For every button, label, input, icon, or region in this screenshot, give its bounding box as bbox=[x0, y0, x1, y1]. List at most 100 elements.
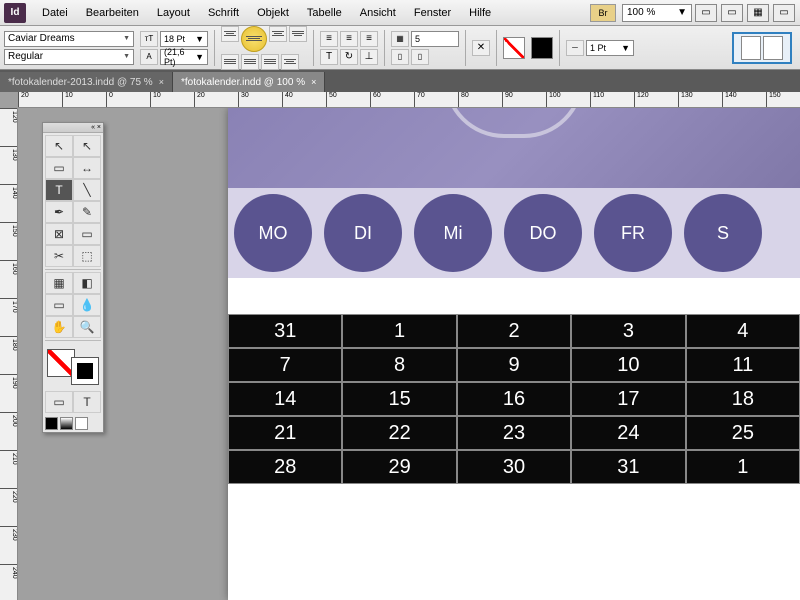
calendar-cell[interactable]: 22 bbox=[342, 416, 456, 450]
vertical-ruler[interactable]: 1201301401501601701801902002102202302402… bbox=[0, 108, 18, 600]
scissors-tool[interactable]: ✂ bbox=[45, 245, 73, 267]
menu-hilfe[interactable]: Hilfe bbox=[461, 3, 499, 23]
clear-overrides-icon[interactable]: ✕ bbox=[472, 40, 490, 56]
calendar-cell[interactable]: 30 bbox=[457, 450, 571, 484]
align-right-button[interactable] bbox=[269, 26, 287, 42]
weekday-circle[interactable]: S bbox=[684, 194, 762, 272]
justify-last-right-button[interactable] bbox=[241, 54, 259, 70]
leading-field[interactable]: (21,6 Pt)▼ bbox=[160, 49, 208, 65]
formatting-container-icon[interactable]: ▭ bbox=[45, 391, 73, 413]
columns-field[interactable]: 5 bbox=[411, 31, 459, 47]
apply-gradient-icon[interactable] bbox=[60, 417, 73, 430]
menu-bearbeiten[interactable]: Bearbeiten bbox=[78, 3, 147, 23]
menu-datei[interactable]: Datei bbox=[34, 3, 76, 23]
stroke-swatch[interactable] bbox=[531, 37, 553, 59]
rectangle-tool[interactable]: ▭ bbox=[73, 223, 101, 245]
note-tool[interactable]: ▭ bbox=[45, 294, 73, 316]
hand-tool[interactable]: ✋ bbox=[45, 316, 73, 338]
line-tool[interactable]: ╲ bbox=[73, 179, 101, 201]
calendar-cell[interactable]: 11 bbox=[686, 348, 800, 382]
calendar-cell[interactable]: 31 bbox=[571, 450, 685, 484]
apply-none-icon[interactable] bbox=[75, 417, 88, 430]
document-tab[interactable]: *fotokalender.indd @ 100 %× bbox=[173, 72, 325, 92]
page-preview[interactable] bbox=[732, 32, 792, 64]
calendar-cell[interactable]: 23 bbox=[457, 416, 571, 450]
calendar-cell[interactable]: 18 bbox=[686, 382, 800, 416]
horizontal-ruler[interactable]: 2010010203040506070809010011012013014015… bbox=[18, 92, 800, 108]
screen-mode-icon[interactable]: ▭ bbox=[721, 4, 743, 22]
pencil-tool[interactable]: ✎ bbox=[73, 201, 101, 223]
calendar-cell[interactable]: 31 bbox=[228, 314, 342, 348]
baseline-icon[interactable]: ≡ bbox=[340, 31, 358, 47]
font-size-field[interactable]: 18 Pt▼ bbox=[160, 31, 208, 47]
calendar-cell[interactable]: 3 bbox=[571, 314, 685, 348]
bridge-button[interactable]: Br bbox=[590, 4, 616, 22]
gradient-swatch-tool[interactable]: ▦ bbox=[45, 272, 73, 294]
align-left-button[interactable] bbox=[221, 26, 239, 42]
fill-stroke-swatch[interactable] bbox=[45, 347, 101, 387]
calendar-cell[interactable]: 17 bbox=[571, 382, 685, 416]
menu-fenster[interactable]: Fenster bbox=[406, 3, 459, 23]
document-page[interactable]: MODIMiDOFRS 3112347891011141516171821222… bbox=[228, 108, 800, 600]
vertical-text-icon[interactable]: T bbox=[320, 49, 338, 65]
calendar-cell[interactable]: 16 bbox=[457, 382, 571, 416]
calendar-table[interactable]: 3112347891011141516171821222324252829303… bbox=[228, 314, 800, 484]
calendar-cell[interactable]: 14 bbox=[228, 382, 342, 416]
pen-tool[interactable]: ✒ bbox=[45, 201, 73, 223]
calendar-cell[interactable]: 7 bbox=[228, 348, 342, 382]
text-direction-icon[interactable]: ⊥ bbox=[360, 49, 378, 65]
calendar-cell[interactable]: 24 bbox=[571, 416, 685, 450]
arrange-icon[interactable]: ▦ bbox=[747, 4, 769, 22]
document-tab[interactable]: *fotokalender-2013.indd @ 75 %× bbox=[0, 72, 173, 92]
weekday-circle[interactable]: Mi bbox=[414, 194, 492, 272]
calendar-cell[interactable]: 21 bbox=[228, 416, 342, 450]
formatting-text-icon[interactable]: T bbox=[73, 391, 101, 413]
indent-left-icon[interactable]: ≡ bbox=[320, 31, 338, 47]
view-mode-icon[interactable]: ▭ bbox=[695, 4, 717, 22]
panel-header[interactable]: « × bbox=[43, 123, 103, 133]
page-tool[interactable]: ▭ bbox=[45, 157, 73, 179]
calendar-cell[interactable]: 15 bbox=[342, 382, 456, 416]
apply-color-icon[interactable] bbox=[45, 417, 58, 430]
gradient-feather-tool[interactable]: ◧ bbox=[73, 272, 101, 294]
type-tool[interactable]: T bbox=[45, 179, 73, 201]
selection-tool[interactable]: ↖ bbox=[45, 135, 73, 157]
calendar-cell[interactable]: 1 bbox=[342, 314, 456, 348]
font-family-select[interactable]: Caviar Dreams▼ bbox=[4, 31, 134, 47]
justify-all-button[interactable] bbox=[261, 54, 279, 70]
baseline-off-icon[interactable]: ≡ bbox=[360, 31, 378, 47]
fill-swatch[interactable] bbox=[503, 37, 525, 59]
menu-schrift[interactable]: Schrift bbox=[200, 3, 247, 23]
gap-tool[interactable]: ↔ bbox=[73, 157, 101, 179]
canvas-area[interactable]: « × ↖ ↖ ▭ ↔ T ╲ ✒ ✎ ⊠ ▭ ✂ ⬚ ▦ ◧ ▭ 💧 ✋ 🔍 bbox=[18, 108, 800, 600]
eyedropper-tool[interactable]: 💧 bbox=[73, 294, 101, 316]
weekday-circle[interactable]: DI bbox=[324, 194, 402, 272]
justify-last-left-button[interactable] bbox=[289, 26, 307, 42]
stroke-color-icon[interactable] bbox=[71, 357, 99, 385]
font-style-select[interactable]: Regular▼ bbox=[4, 49, 134, 65]
calendar-cell[interactable]: 8 bbox=[342, 348, 456, 382]
menu-layout[interactable]: Layout bbox=[149, 3, 198, 23]
calendar-cell[interactable]: 28 bbox=[228, 450, 342, 484]
menu-tabelle[interactable]: Tabelle bbox=[299, 3, 350, 23]
close-tab-icon[interactable]: × bbox=[159, 77, 164, 87]
zoom-tool[interactable]: 🔍 bbox=[73, 316, 101, 338]
close-tab-icon[interactable]: × bbox=[311, 77, 316, 87]
calendar-cell[interactable]: 9 bbox=[457, 348, 571, 382]
calendar-cell[interactable]: 25 bbox=[686, 416, 800, 450]
calendar-cell[interactable]: 1 bbox=[686, 450, 800, 484]
calendar-cell[interactable]: 29 bbox=[342, 450, 456, 484]
calendar-cell[interactable]: 2 bbox=[457, 314, 571, 348]
align-spine-button[interactable] bbox=[281, 54, 299, 70]
menu-ansicht[interactable]: Ansicht bbox=[352, 3, 404, 23]
menu-objekt[interactable]: Objekt bbox=[249, 3, 297, 23]
rotate-text-icon[interactable]: ↻ bbox=[340, 49, 358, 65]
stroke-weight-field[interactable]: 1 Pt▼ bbox=[586, 40, 634, 56]
align-center-button[interactable] bbox=[241, 26, 267, 52]
weekday-circle[interactable]: MO bbox=[234, 194, 312, 272]
direct-selection-tool[interactable]: ↖ bbox=[73, 135, 101, 157]
zoom-select[interactable]: 100 %▼ bbox=[622, 4, 692, 22]
weekday-circle[interactable]: DO bbox=[504, 194, 582, 272]
justify-last-center-button[interactable] bbox=[221, 54, 239, 70]
weekday-circle[interactable]: FR bbox=[594, 194, 672, 272]
